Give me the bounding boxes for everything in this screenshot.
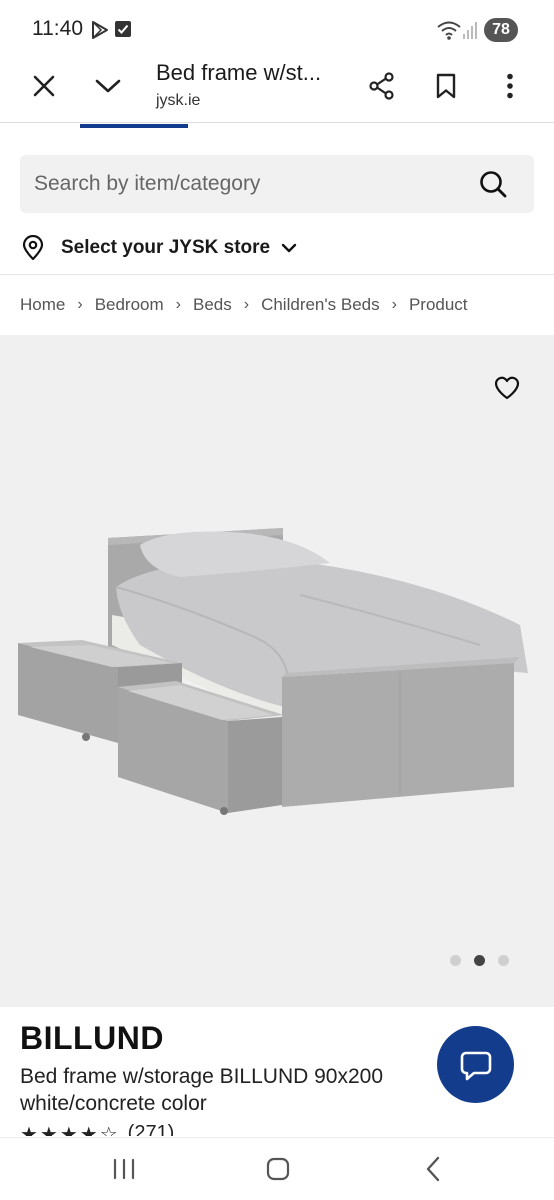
chat-button[interactable] <box>437 1026 514 1103</box>
search-input[interactable] <box>34 155 464 213</box>
active-nav-indicator <box>80 124 188 128</box>
product-rating[interactable]: ★★★★☆ (271) <box>20 1122 174 1136</box>
signal-icon <box>463 22 477 39</box>
back-button[interactable] <box>418 1154 448 1184</box>
review-count: (271) <box>127 1122 175 1136</box>
breadcrumb-separator: › <box>175 296 181 313</box>
home-icon <box>266 1157 290 1181</box>
product-name: BILLUND <box>20 1020 164 1056</box>
more-options-button[interactable] <box>490 66 530 106</box>
breadcrumb-childrens-beds[interactable]: Children's Beds <box>261 295 380 315</box>
toolbar-divider <box>0 122 554 123</box>
back-icon <box>426 1156 440 1182</box>
search-box[interactable] <box>20 155 534 213</box>
share-button[interactable] <box>362 66 402 106</box>
store-selector[interactable]: Select your JYSK store <box>20 228 534 268</box>
search-icon[interactable] <box>478 169 508 199</box>
recents-button[interactable] <box>109 1154 139 1184</box>
product-image <box>18 528 528 815</box>
home-button[interactable] <box>263 1154 293 1184</box>
page-url: jysk.ie <box>156 92 201 109</box>
wifi-icon <box>437 21 461 40</box>
status-bar: 11:40 78 <box>0 0 554 60</box>
play-store-icon <box>92 21 108 39</box>
bookmark-button[interactable] <box>426 66 466 106</box>
share-icon <box>369 72 394 100</box>
breadcrumb-beds[interactable]: Beds <box>193 295 232 315</box>
heart-icon[interactable] <box>493 374 521 402</box>
location-pin-icon <box>22 235 44 261</box>
breadcrumb-product: Product <box>408 295 468 314</box>
system-nav-bar <box>0 1137 554 1200</box>
checkbox-icon <box>115 21 131 37</box>
product-description: Bed frame w/storage BILLUND 90x200 white… <box>20 1065 384 1115</box>
close-button[interactable] <box>24 66 64 106</box>
gallery-dot[interactable] <box>450 955 461 966</box>
status-time: 11:40 <box>32 17 83 40</box>
section-divider <box>0 274 554 275</box>
breadcrumb-bedroom[interactable]: Bedroom <box>95 295 164 315</box>
recents-icon <box>113 1158 135 1180</box>
more-vert-icon <box>507 73 513 99</box>
chevron-down-icon <box>95 79 121 93</box>
product-gallery[interactable] <box>0 335 554 1007</box>
gallery-dot[interactable] <box>498 955 509 966</box>
breadcrumb: Home › Bedroom › Beds › Children's Beds … <box>20 293 468 317</box>
breadcrumb-home[interactable]: Home <box>20 295 65 315</box>
store-label: Select your JYSK store <box>61 237 271 258</box>
gallery-dot-active[interactable] <box>474 955 485 966</box>
browser-toolbar: Bed frame w/st... jysk.ie <box>0 60 554 122</box>
page-title: Bed frame w/st... <box>156 60 322 85</box>
rating-stars: ★★★★☆ <box>20 1124 120 1136</box>
gallery-pagination <box>450 955 522 966</box>
breadcrumb-separator: › <box>391 296 397 313</box>
close-icon <box>33 75 55 97</box>
chat-icon <box>460 1051 491 1080</box>
collapse-button[interactable] <box>88 66 128 106</box>
breadcrumb-separator: › <box>243 296 250 313</box>
bookmark-icon <box>436 73 456 99</box>
breadcrumb-separator: › <box>77 296 83 313</box>
battery-indicator: 78 <box>484 18 518 42</box>
chevron-down-icon <box>281 243 297 253</box>
